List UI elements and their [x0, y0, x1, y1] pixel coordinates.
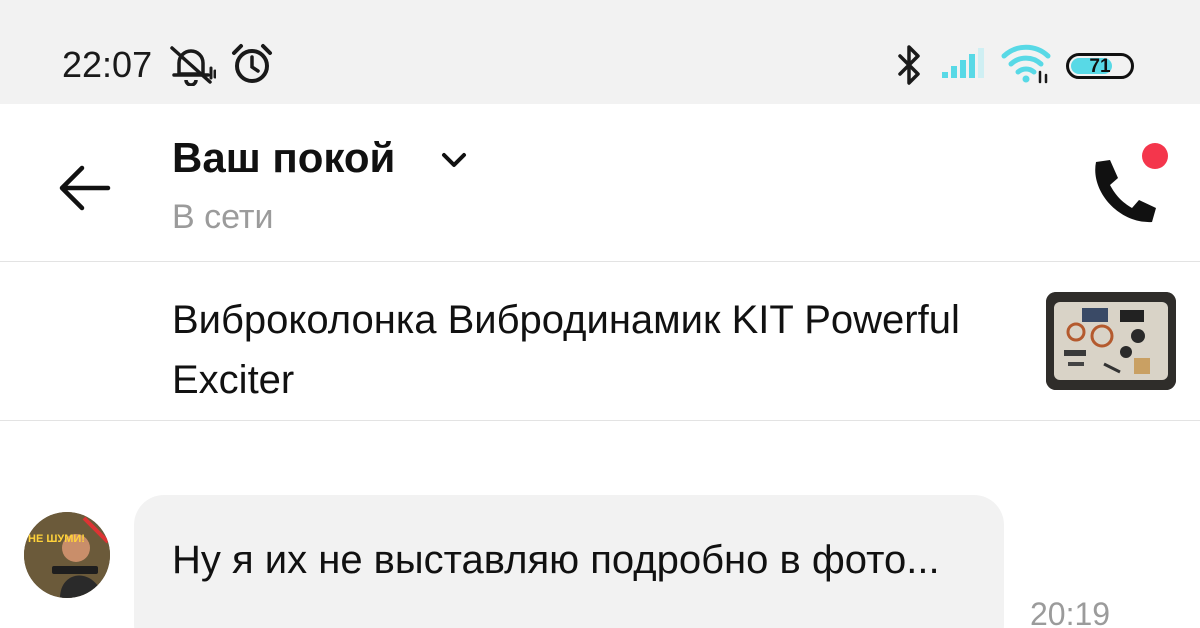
battery-indicator: 71: [1066, 53, 1134, 79]
contact-name[interactable]: Ваш покой: [172, 134, 395, 182]
muted-bell-icon: [170, 46, 216, 86]
battery-level: 71: [1089, 56, 1111, 77]
status-time: 22:07: [62, 44, 153, 85]
contact-online-status: В сети: [172, 198, 274, 236]
alarm-icon: [232, 44, 272, 83]
back-arrow-icon[interactable]: [56, 160, 116, 216]
wifi-icon: [1001, 44, 1051, 84]
avatar-caption: НЕ ШУМИ!: [28, 533, 85, 545]
status-bar: 22:07 71: [0, 0, 1200, 104]
notification-dot: [1142, 143, 1168, 169]
product-bar[interactable]: Виброколонка Вибродинамик KIT Powerful E…: [0, 262, 1200, 421]
cell-signal-icon: [942, 48, 984, 78]
bluetooth-icon: [898, 45, 920, 85]
message-time: 20:19: [1030, 596, 1111, 628]
product-thumbnail[interactable]: [1046, 292, 1176, 390]
sender-avatar[interactable]: НЕ ШУМИ!: [24, 512, 110, 598]
message-bubble[interactable]: Ну я их не выставляю подробно в фото...: [134, 495, 1004, 628]
chat-header: Ваш покой В сети: [0, 104, 1200, 262]
message-text: Ну я их не выставляю подробно в фото...: [172, 538, 940, 582]
product-title: Виброколонка Вибродинамик KIT Powerful E…: [172, 298, 960, 402]
chevron-down-icon[interactable]: [440, 150, 468, 170]
